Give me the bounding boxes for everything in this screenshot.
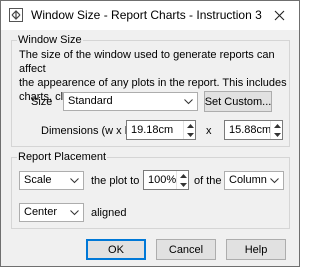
height-spinner[interactable] [270,121,282,139]
chevron-down-icon [70,178,79,184]
aligned-label: aligned [91,207,127,219]
chevron-down-icon [270,178,279,184]
width-value: 19.18cm [131,124,174,136]
placement-target-select[interactable]: Column [224,171,284,190]
ok-button[interactable]: OK [86,239,146,260]
height-value: 15.88cm [229,124,272,136]
width-spinner[interactable] [183,121,195,139]
size-select[interactable]: Standard [63,92,198,111]
cancel-button[interactable]: Cancel [156,239,216,260]
dimension-separator: x [206,125,212,137]
spin-down-icon[interactable] [184,130,196,139]
title-bar[interactable]: Window Size - Report Charts - Instructio… [1,1,299,30]
placement-mode-select[interactable]: Scale [19,171,84,190]
placement-mode-value: Scale [24,174,52,186]
close-icon [274,10,284,21]
help-button[interactable]: Help [226,239,286,260]
spin-up-icon[interactable] [271,121,283,130]
close-button[interactable] [261,1,297,30]
dimensions-label: Dimensions (w x h) [41,125,135,137]
report-placement-legend: Report Placement [18,151,107,163]
chevron-down-icon [70,210,79,216]
dialog-window: Window Size - Report Charts - Instructio… [0,0,300,267]
app-icon [9,8,23,22]
window-size-legend: Window Size [18,34,82,46]
set-custom-button[interactable]: Set Custom... [204,91,272,112]
size-select-value: Standard [68,95,113,107]
percent-input[interactable]: 100% [143,170,189,190]
spin-down-icon[interactable] [177,180,189,189]
window-title: Window Size - Report Charts - Instructio… [31,8,262,22]
alignment-select[interactable]: Center [19,203,84,222]
chevron-down-icon [184,99,193,105]
placement-target-value: Column [229,174,267,186]
spin-down-icon[interactable] [271,130,283,139]
the-plot-to-label: the plot to [91,175,140,187]
height-input[interactable]: 15.88cm [224,120,283,140]
size-label: Size [31,96,53,108]
description-line: The size of the window used to generate … [19,49,275,75]
percent-value: 100% [148,174,177,186]
description-line: the appearence of any plots in the repor… [19,77,287,89]
spin-up-icon[interactable] [177,171,189,180]
spin-up-icon[interactable] [184,121,196,130]
percent-spinner[interactable] [176,171,188,189]
width-input[interactable]: 19.18cm [126,120,196,140]
alignment-value: Center [24,206,58,218]
of-the-label: of the [194,175,222,187]
